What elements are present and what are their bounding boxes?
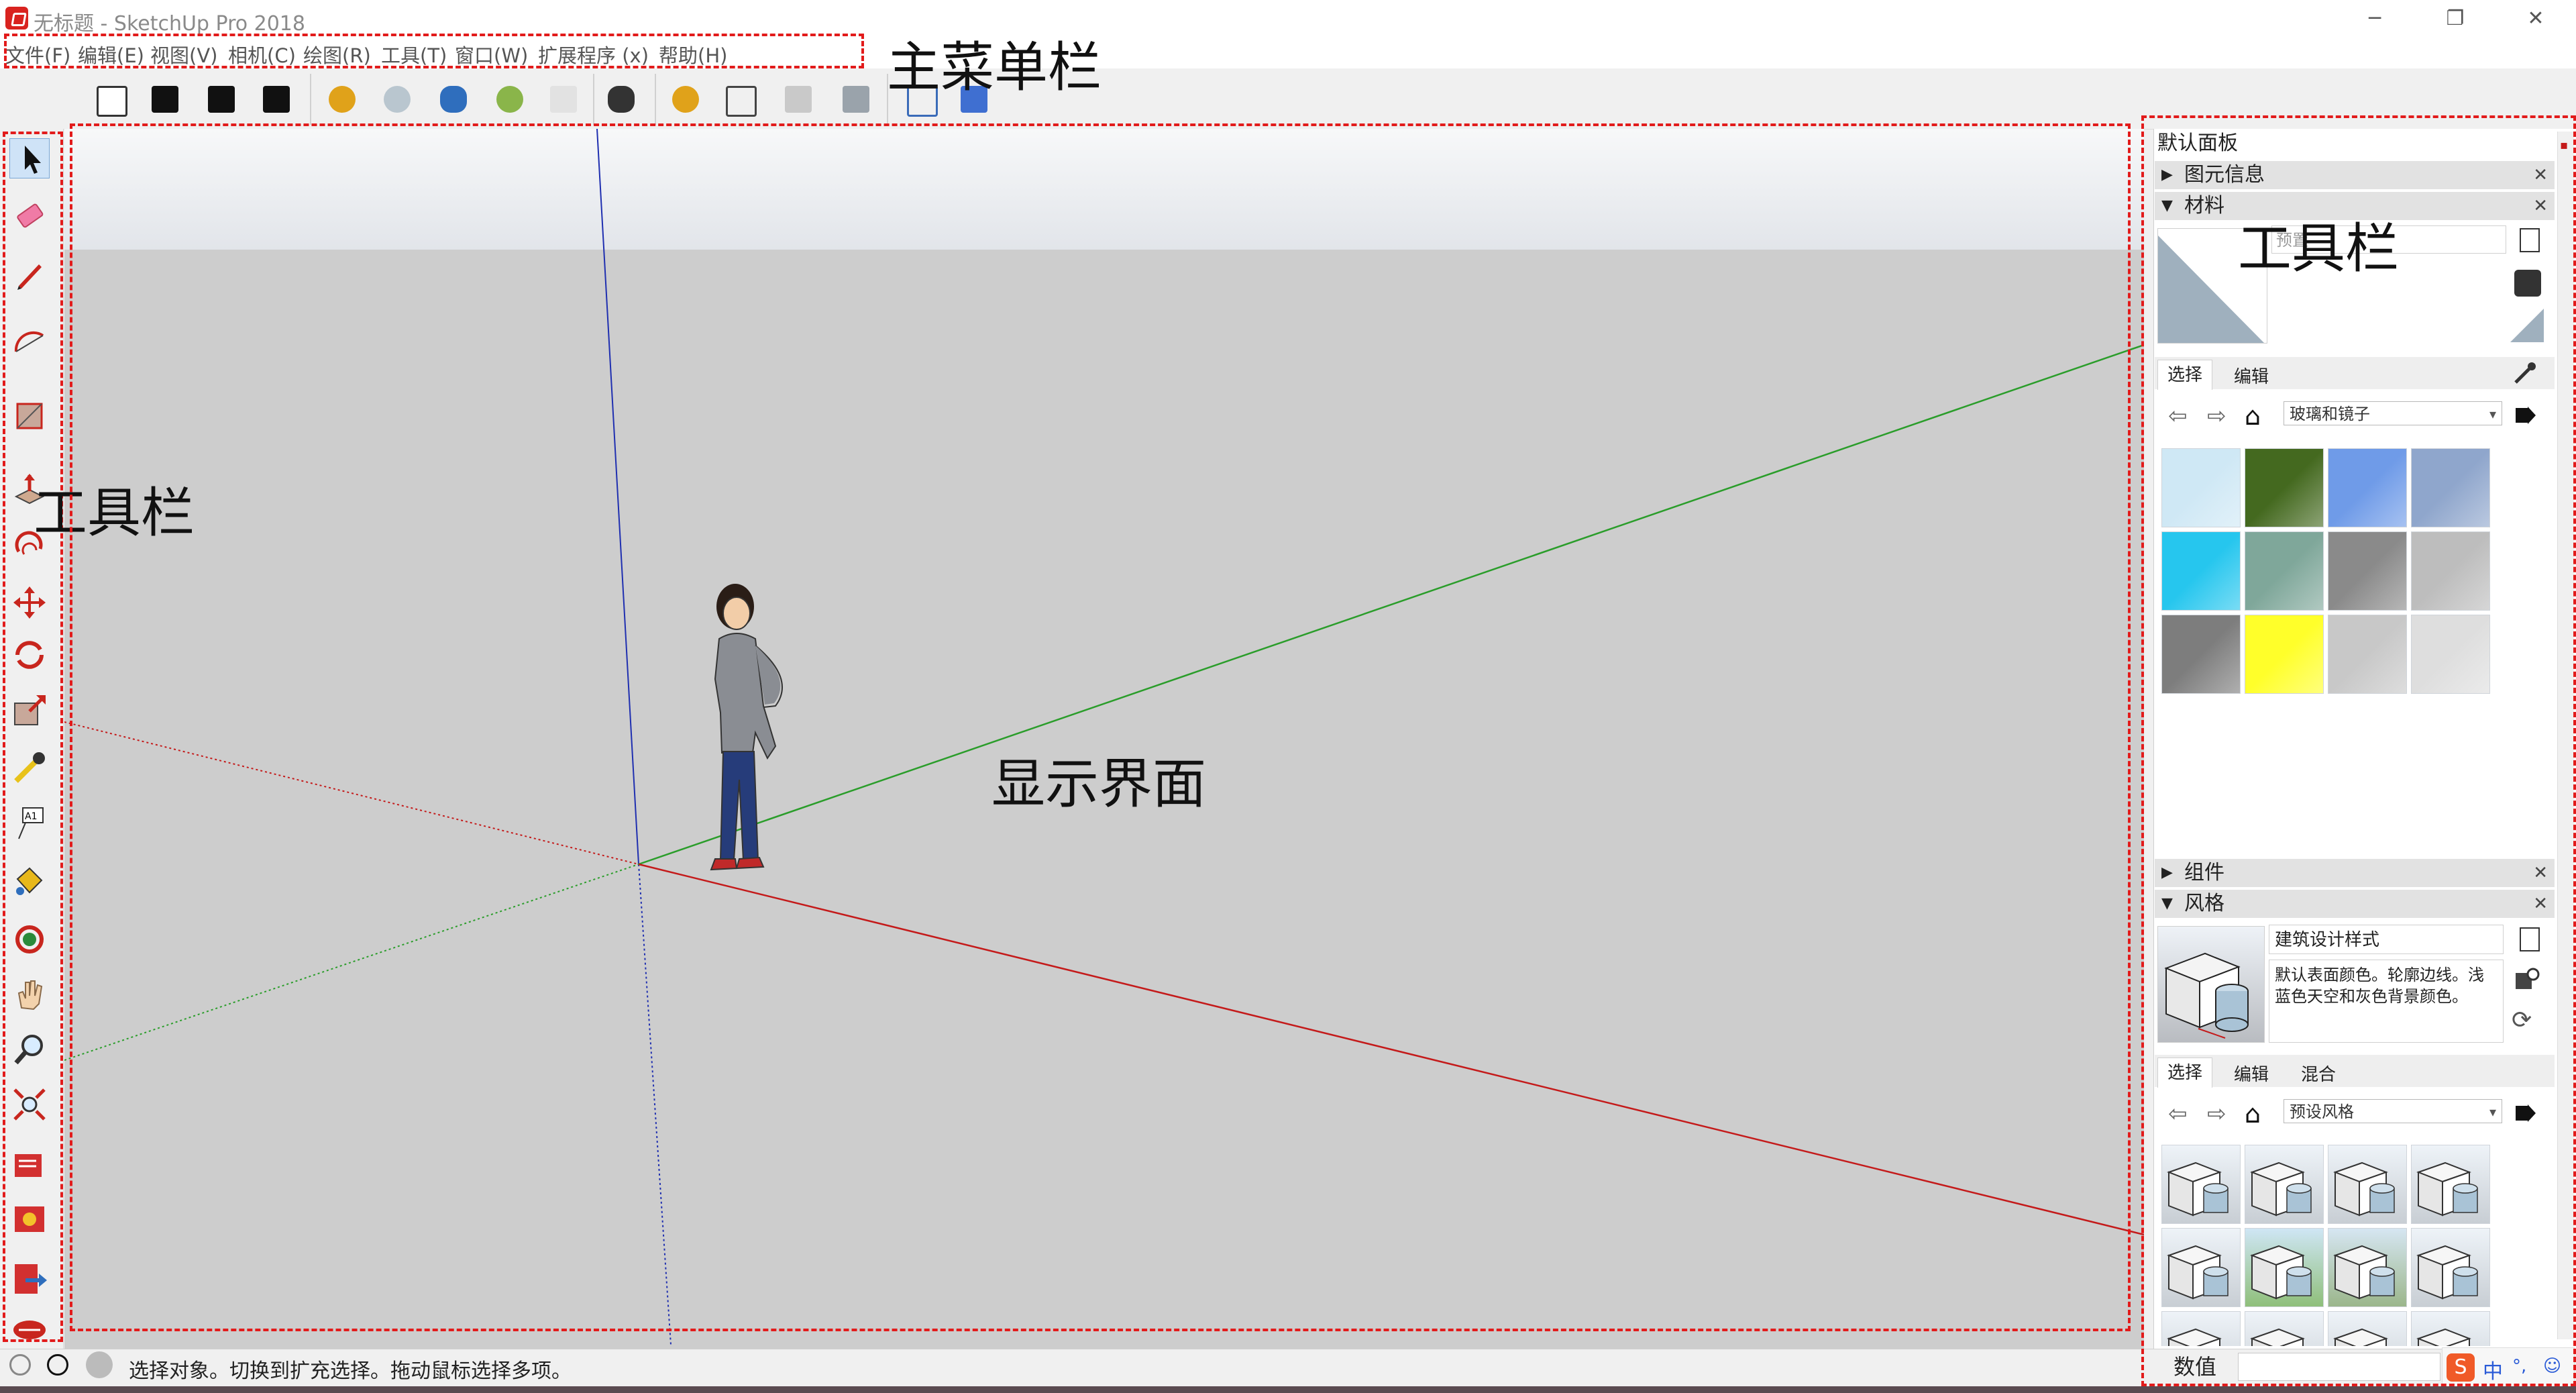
share-icon[interactable] [440, 86, 467, 113]
window-title: 无标题 - SketchUp Pro 2018 [34, 12, 305, 36]
user-avatar-icon[interactable] [86, 1351, 113, 1378]
settings-icon[interactable] [843, 86, 869, 113]
extension-warehouse-icon[interactable] [672, 86, 699, 113]
select-icon[interactable] [152, 86, 178, 113]
toolbar-separator [593, 74, 594, 125]
refresh-icon[interactable] [384, 86, 411, 113]
component-icon[interactable] [208, 86, 235, 113]
credits-icon[interactable] [47, 1354, 68, 1376]
annotation-tray-label: 工具栏 [2238, 217, 2399, 280]
status-hint: 选择对象。切换到扩充选择。拖动鼠标选择多项。 [129, 1359, 572, 1383]
annotation-menubar-label: 主菜单栏 [887, 36, 1102, 99]
annotation-viewport-box [70, 123, 2131, 1331]
toolbar-separator [310, 74, 311, 125]
annotation-left-toolbar-box [3, 132, 63, 1342]
annotation-tray-box [2141, 115, 2576, 1386]
section-icon[interactable] [726, 86, 757, 117]
new-model-icon[interactable] [97, 86, 127, 117]
annotation-menubar-box [4, 34, 864, 68]
sketchup-logo-icon [5, 7, 28, 30]
os-taskbar [0, 1386, 2576, 1393]
extension-icon[interactable] [496, 86, 523, 113]
minimize-button[interactable]: ─ [2348, 3, 2402, 35]
group-icon[interactable] [263, 86, 290, 113]
sound-icon[interactable] [785, 86, 812, 113]
close-button[interactable]: ✕ [2509, 3, 2563, 35]
export-icon[interactable] [550, 86, 577, 113]
title-bar [0, 0, 2576, 38]
annotation-viewport-label: 显示界面 [991, 753, 1206, 815]
toolbar-separator [655, 74, 656, 125]
layout-icon[interactable] [608, 86, 635, 113]
geolocation-icon[interactable] [9, 1354, 31, 1376]
restore-button[interactable]: ❐ [2428, 3, 2482, 35]
warehouse-icon[interactable] [329, 86, 356, 113]
